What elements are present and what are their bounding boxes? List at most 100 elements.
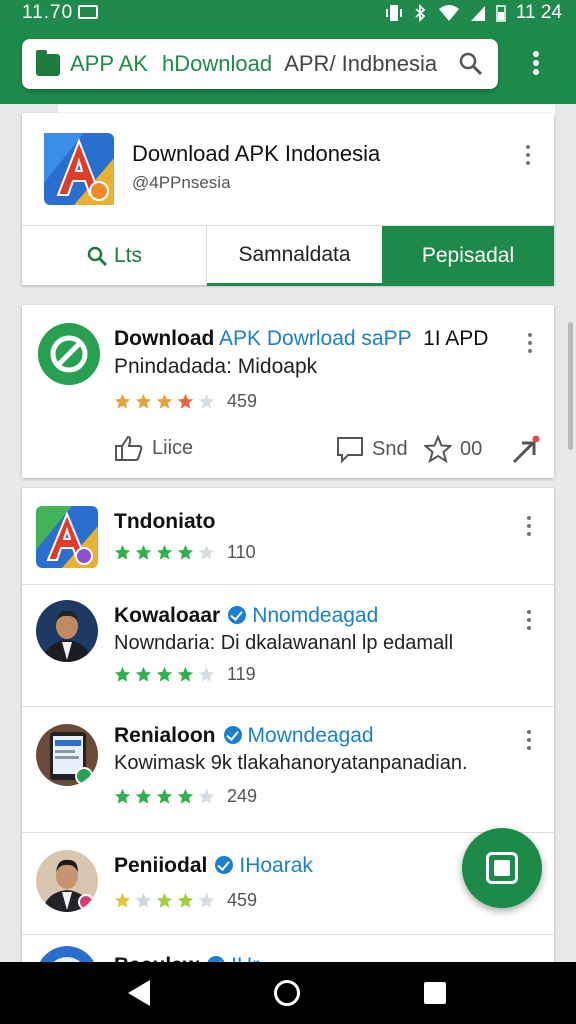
star-outline-icon — [424, 435, 452, 463]
star-icon — [114, 393, 131, 409]
search-icon — [87, 246, 108, 267]
list-item-name: Tndoniato — [114, 510, 215, 534]
favorite-button[interactable]: 00 — [424, 435, 482, 463]
search-text-main: hDownload — [162, 51, 273, 76]
recents-icon[interactable] — [424, 982, 446, 1004]
star-icon — [156, 544, 173, 560]
star-icon — [156, 892, 173, 908]
tab-lists[interactable]: Lts — [22, 226, 207, 286]
share-button[interactable] — [510, 435, 550, 465]
back-icon[interactable] — [128, 980, 150, 1006]
search-label: APP AK — [70, 51, 148, 76]
floating-action-button[interactable] — [462, 828, 542, 908]
rating-stars — [114, 892, 219, 909]
list-item-rating: 249 — [114, 786, 257, 807]
app-logo — [36, 506, 98, 568]
list-item[interactable]: Kowaloaar Nnomdeagad Nowndaria: Di dkalaw… — [22, 584, 554, 707]
profile-tabs: Lts Samnaldata Pepisadal — [22, 225, 554, 286]
post-title: Download APK Dowrload saPP 1I APD — [114, 327, 488, 351]
star-icon — [198, 892, 215, 908]
search-bar[interactable]: APP AK hDownload APR/ Indbnesia — [22, 39, 498, 89]
account-handle[interactable]: Mowndeagad — [248, 724, 374, 747]
post-title-link[interactable]: APK Dowrload saPP — [219, 327, 411, 350]
star-icon — [135, 788, 152, 804]
star-icon — [177, 393, 194, 409]
send-button[interactable]: Snd — [336, 435, 408, 463]
status-icons: 11 24 — [385, 2, 562, 24]
phone-app-thumbnail — [36, 724, 98, 786]
wifi-icon — [438, 5, 459, 21]
account-name: Renialoon — [114, 724, 216, 747]
list-item-rating: 459 — [114, 890, 257, 911]
star-icon — [198, 788, 215, 804]
like-label: Liice — [152, 436, 194, 459]
search-icon[interactable] — [458, 51, 484, 77]
scrollbar[interactable] — [568, 322, 573, 450]
star-icon — [156, 393, 173, 409]
tab-label: Samnaldata — [238, 242, 351, 266]
overflow-menu-icon[interactable] — [522, 50, 550, 80]
item-more-icon[interactable] — [524, 730, 534, 756]
star-icon — [135, 666, 152, 682]
home-icon[interactable] — [274, 980, 300, 1006]
rating-stars — [114, 393, 219, 410]
star-icon — [198, 393, 215, 409]
like-button[interactable]: Liice — [114, 435, 193, 461]
list-item[interactable]: Tndoniato 110 — [22, 488, 554, 585]
list-item-name: Kowaloaar Nnomdeagad — [114, 604, 378, 628]
list-item-name: Renialoon Mowndeagad — [114, 724, 374, 748]
post-more-icon[interactable] — [525, 333, 535, 359]
profile-more-icon[interactable] — [523, 145, 533, 171]
star-icon — [156, 666, 173, 682]
folder-icon — [36, 50, 60, 76]
signal-icon — [470, 6, 485, 21]
verified-icon — [215, 856, 234, 874]
rating-count: 110 — [227, 542, 256, 562]
star-icon — [198, 544, 215, 560]
item-more-icon[interactable] — [524, 610, 534, 636]
post-subtitle: Pnindadada: Midoapk — [114, 355, 318, 378]
rating-count: 249 — [227, 786, 258, 806]
verified-icon — [228, 606, 247, 624]
star-icon — [177, 666, 194, 682]
comment-icon — [337, 437, 363, 463]
star-icon — [114, 892, 131, 908]
star-icon — [156, 788, 173, 804]
verified-icon — [223, 726, 242, 744]
post-card[interactable]: Download APK Dowrload saPP 1I APD Pninda… — [22, 305, 554, 478]
tab-label: Lts — [113, 244, 142, 267]
rating-count: 119 — [227, 664, 256, 684]
star-icon — [114, 544, 131, 560]
star-icon — [135, 544, 152, 560]
list-item[interactable]: Renialoon Mowndeagad Kowimask 9k tlakahan… — [22, 706, 554, 833]
account-handle[interactable]: Nnomdeagad — [252, 604, 378, 627]
star-icon — [177, 892, 194, 908]
star-icon — [135, 892, 152, 908]
star-icon — [114, 788, 131, 804]
account-name: Kowaloaar — [114, 604, 221, 627]
star-icon — [135, 393, 152, 409]
item-more-icon[interactable] — [524, 516, 534, 542]
profile-card: Download APK Indonesia @4PPnsesia Lts Sa… — [22, 113, 554, 286]
rating-count: 459 — [227, 890, 258, 910]
app-logo — [44, 133, 114, 205]
battery-icon — [496, 5, 506, 22]
share-arrow-icon — [512, 435, 540, 464]
star-icon — [177, 788, 194, 804]
search-query[interactable]: APP AK hDownload APR/ Indbnesia — [70, 51, 437, 77]
app-bar: APP AK hDownload APR/ Indbnesia — [0, 26, 576, 104]
status-bar: 11.70 11 24 — [0, 0, 576, 26]
account-handle[interactable]: IHoarak — [239, 854, 313, 877]
tab-samnaldata[interactable]: Samnaldata — [207, 226, 382, 286]
bluetooth-icon — [415, 4, 426, 22]
tab-pepisadal[interactable]: Pepisadal — [382, 226, 554, 286]
account-name: Peniiodal — [114, 854, 208, 877]
rating-stars — [114, 666, 219, 683]
thumbs-up-icon — [115, 435, 143, 461]
rating-stars — [114, 544, 219, 561]
system-nav-bar — [0, 962, 576, 1024]
send-label: Snd — [372, 437, 408, 460]
avatar — [36, 600, 98, 662]
list-item-description: Kowimask 9k tlakahanoryatanpanadian. — [114, 752, 468, 774]
account-name: Tndoniato — [114, 510, 216, 533]
